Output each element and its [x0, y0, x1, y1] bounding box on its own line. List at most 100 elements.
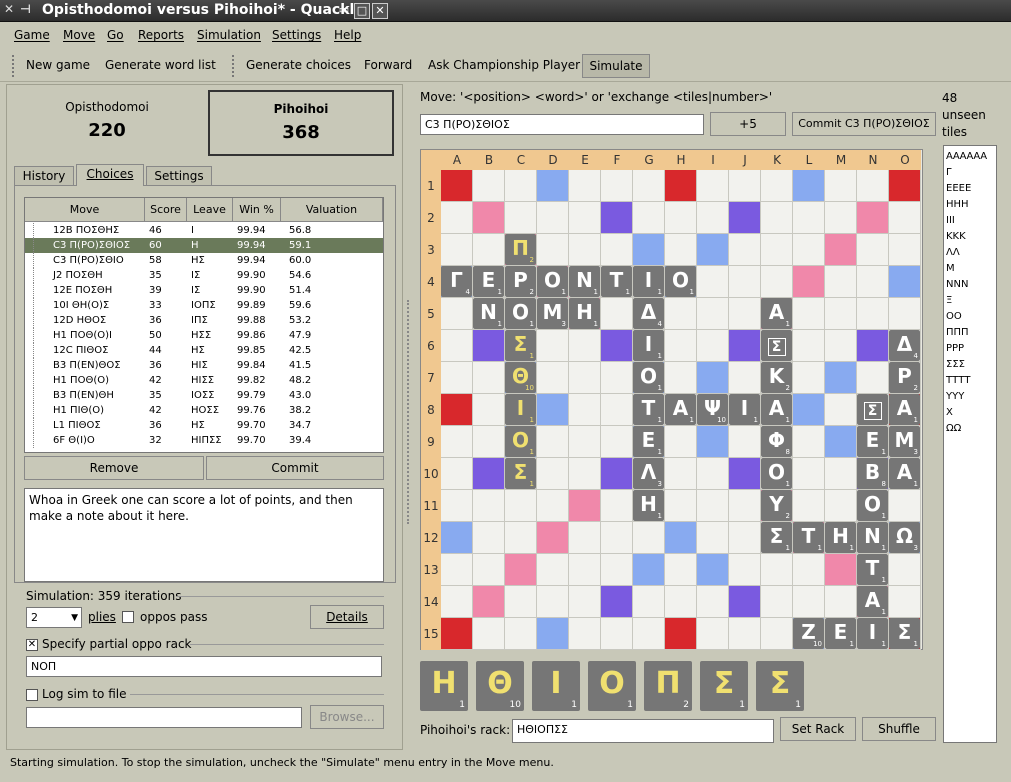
board-square[interactable] [857, 298, 889, 330]
board-square[interactable] [537, 554, 569, 586]
board-square[interactable] [889, 490, 921, 522]
board-square[interactable] [761, 586, 793, 618]
tab-choices[interactable]: Choices [76, 164, 144, 186]
board-square[interactable] [569, 490, 601, 522]
board-square[interactable] [569, 458, 601, 490]
table-row[interactable]: 12D ΗΘΟΣ 36 ΙΠΣ 99.88 53.2 [25, 313, 383, 328]
board-square[interactable] [825, 234, 857, 266]
game-board[interactable]: A B C D E F G H I J K L M N O 1 2 3 4 5 6 7 8 9 10 11 12 13 14 15 Π 2 Γ 4… [420, 149, 923, 650]
board-square[interactable] [633, 554, 665, 586]
board-square[interactable] [473, 234, 505, 266]
shuffle-button[interactable]: Shuffle [862, 717, 936, 741]
board-square[interactable] [569, 394, 601, 426]
board-square[interactable] [857, 330, 889, 362]
table-row[interactable]: B3 Π(ΕΝ)ΘΟΣ 36 ΗΙΣ 99.84 41.5 [25, 358, 383, 373]
board-square[interactable] [793, 458, 825, 490]
board-square[interactable] [601, 362, 633, 394]
board-square[interactable] [729, 522, 761, 554]
set-rack-button[interactable]: Set Rack [780, 717, 856, 741]
board-square[interactable] [697, 618, 729, 650]
board-square[interactable] [825, 554, 857, 586]
board-square[interactable] [473, 394, 505, 426]
board-square[interactable] [697, 298, 729, 330]
details-button[interactable]: Details [310, 605, 384, 629]
maximize-button[interactable]: □ [354, 3, 370, 19]
rack-tile[interactable]: Ι1 [532, 661, 580, 711]
board-square[interactable] [729, 298, 761, 330]
board-square[interactable] [473, 426, 505, 458]
board-square[interactable] [505, 554, 537, 586]
board-square[interactable] [537, 426, 569, 458]
board-square[interactable] [729, 170, 761, 202]
splitter-handle[interactable] [407, 300, 410, 524]
board-square[interactable] [697, 586, 729, 618]
toolbar-grip[interactable] [232, 55, 235, 77]
board-square[interactable] [633, 618, 665, 650]
board-square[interactable] [537, 458, 569, 490]
board-square[interactable] [793, 170, 825, 202]
board-square[interactable] [601, 618, 633, 650]
board-square[interactable] [825, 362, 857, 394]
log-file-input[interactable] [26, 707, 302, 728]
board-square[interactable] [473, 618, 505, 650]
board-square[interactable] [601, 554, 633, 586]
board-square[interactable] [537, 394, 569, 426]
board-square[interactable] [473, 202, 505, 234]
note-textarea[interactable]: Whoa in Greek one can score a lot of poi… [24, 488, 384, 582]
board-square[interactable] [857, 170, 889, 202]
rack-input[interactable]: ΗΘΙΟΠΣΣ [512, 719, 774, 743]
board-square[interactable] [441, 426, 473, 458]
board-square[interactable] [441, 490, 473, 522]
board-square[interactable] [569, 234, 601, 266]
board-square[interactable] [569, 522, 601, 554]
board-square[interactable] [473, 522, 505, 554]
board-square[interactable] [761, 554, 793, 586]
word-list-button[interactable]: Generate word list [105, 58, 216, 72]
board-square[interactable] [569, 170, 601, 202]
board-square[interactable] [729, 586, 761, 618]
board-square[interactable] [473, 586, 505, 618]
board-square[interactable] [601, 490, 633, 522]
board-square[interactable] [569, 554, 601, 586]
table-row[interactable]: C3 Π(ΡΟ)ΣΘΙΟΣ 60 Η 99.94 59.1 [25, 238, 383, 253]
board-square[interactable] [441, 170, 473, 202]
plus5-button[interactable]: +5 [710, 112, 786, 136]
board-square[interactable] [697, 490, 729, 522]
app-icon[interactable]: ✕ [4, 2, 14, 16]
board-square[interactable] [441, 522, 473, 554]
rack-tile[interactable]: Ο1 [588, 661, 636, 711]
rack-tile[interactable]: Π2 [644, 661, 692, 711]
table-row[interactable]: 10I ΘΗ(Ο)Σ 33 ΙΟΠΣ 99.89 59.6 [25, 298, 383, 313]
board-square[interactable] [537, 618, 569, 650]
board-square[interactable] [729, 554, 761, 586]
board-square[interactable] [633, 170, 665, 202]
board-square[interactable] [601, 394, 633, 426]
board-square[interactable] [761, 170, 793, 202]
new-game-button[interactable]: New game [26, 58, 90, 72]
board-square[interactable] [665, 330, 697, 362]
board-square[interactable] [889, 554, 921, 586]
board-square[interactable] [441, 330, 473, 362]
board-square[interactable] [601, 458, 633, 490]
board-square[interactable] [793, 394, 825, 426]
board-square[interactable] [729, 490, 761, 522]
pin-icon[interactable]: ⊣ [20, 2, 31, 16]
board-square[interactable] [729, 362, 761, 394]
board-square[interactable] [697, 426, 729, 458]
rack-tile[interactable]: Η1 [420, 661, 468, 711]
board-square[interactable] [825, 426, 857, 458]
table-row[interactable]: J2 ΠΟΣΘΗ 35 ΙΣ 99.90 54.6 [25, 268, 383, 283]
board-square[interactable] [601, 330, 633, 362]
board-square[interactable] [569, 330, 601, 362]
board-square[interactable] [505, 202, 537, 234]
board-square[interactable] [793, 490, 825, 522]
col-score[interactable]: Score [145, 198, 187, 222]
board-square[interactable] [889, 234, 921, 266]
board-square[interactable] [729, 618, 761, 650]
board-square[interactable] [505, 618, 537, 650]
board-square[interactable] [729, 458, 761, 490]
board-square[interactable] [601, 426, 633, 458]
board-square[interactable] [793, 362, 825, 394]
board-square[interactable] [697, 202, 729, 234]
board-square[interactable] [441, 234, 473, 266]
